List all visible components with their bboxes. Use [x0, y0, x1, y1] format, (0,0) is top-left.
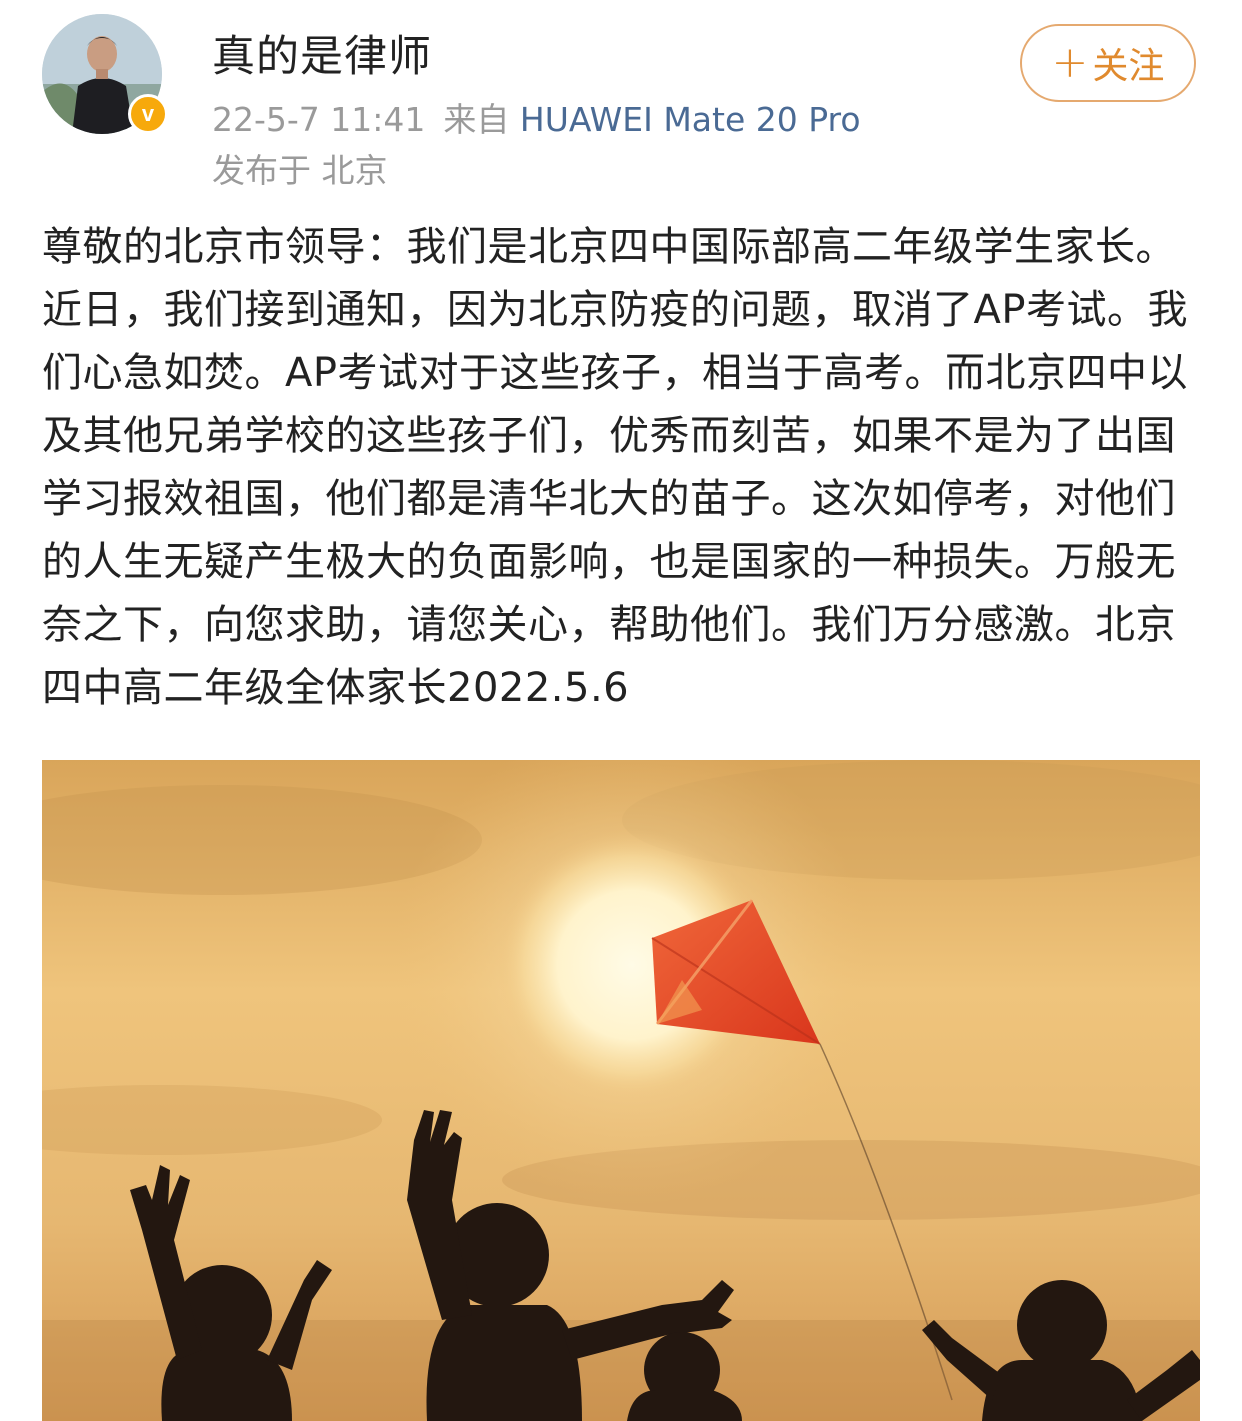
post-body-text: 尊敬的北京市领导：我们是北京四中国际部高二年级学生家长。近日，我们接到通知，因为… — [42, 224, 1188, 711]
plus-icon: + — [1051, 37, 1089, 88]
source-prefix: 来自 — [443, 100, 510, 139]
post-location: 发布于 北京 — [212, 151, 388, 190]
follow-label: 关注 — [1092, 46, 1165, 87]
author-name[interactable]: 真的是律师 — [212, 22, 432, 84]
follow-button[interactable]: + 关注 — [1020, 24, 1196, 102]
verified-v-icon: v — [128, 94, 168, 134]
author-avatar[interactable]: v — [42, 14, 168, 134]
device-link[interactable]: HUAWEI Mate 20 Pro — [520, 100, 861, 139]
post-meta: 22-5-7 11:41 来自 HUAWEI Mate 20 Pro — [212, 93, 861, 141]
post-image[interactable] — [42, 760, 1200, 1421]
kite-flying-children-sunset-photo — [42, 760, 1200, 1421]
post-timestamp: 22-5-7 11:41 — [212, 100, 426, 139]
